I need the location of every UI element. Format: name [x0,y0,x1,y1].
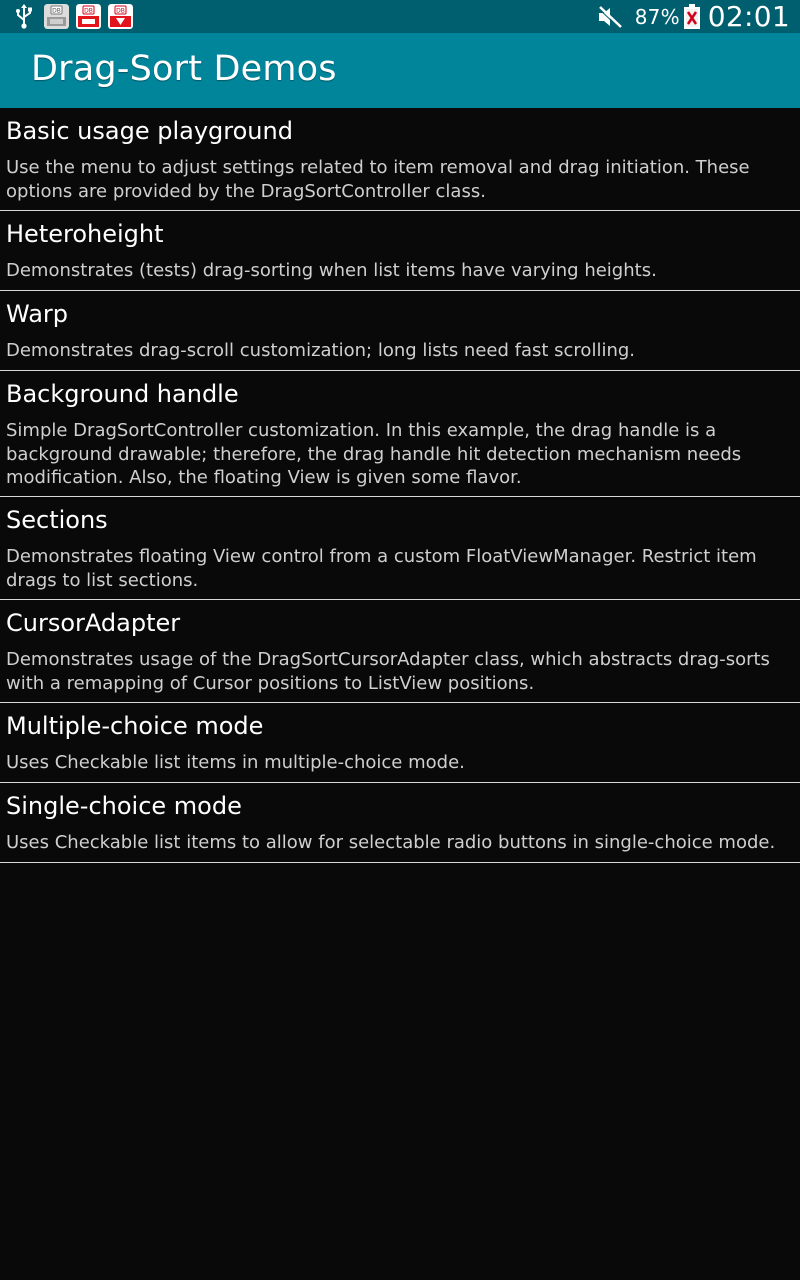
item-description: Uses Checkable list items in multiple-ch… [6,752,465,773]
clock: 02:01 [707,0,790,33]
notification-app-icon: DB [44,4,69,29]
app-title: Drag-Sort Demos [31,49,337,89]
item-description: Demonstrates (tests) drag-sorting when l… [6,260,657,281]
demo-list: Basic usage playground Use the menu to a… [0,108,800,863]
list-item-background-handle[interactable]: Background handle Simple DragSortControl… [0,371,800,497]
item-description: Simple DragSortController customization.… [6,420,742,488]
status-bar: DB DB DB 87% 02:01 [0,0,800,33]
notification-app-icon-red-download: DB [108,4,133,29]
action-bar: Drag-Sort Demos [0,33,800,108]
list-item-basic-usage[interactable]: Basic usage playground Use the menu to a… [0,108,800,211]
usb-icon [14,4,34,29]
item-description: Demonstrates usage of the DragSortCursor… [6,649,770,694]
notification-icons: DB DB DB [14,4,140,29]
item-description: Demonstrates floating View control from … [6,546,757,591]
item-title: Warp [6,300,69,328]
item-title: CursorAdapter [6,609,181,637]
system-indicators: 87% 02:01 [597,0,790,33]
item-title: Multiple-choice mode [6,712,264,740]
battery-icon [683,4,700,29]
svg-text:DB: DB [84,8,93,15]
svg-text:DB: DB [116,8,125,15]
battery-percent: 87% [634,4,680,29]
notification-app-icon-red: DB [76,4,101,29]
item-title: Heteroheight [6,220,164,248]
item-description: Demonstrates drag-scroll customization; … [6,340,635,361]
item-title: Sections [6,506,108,534]
list-item-cursor-adapter[interactable]: CursorAdapter Demonstrates usage of the … [0,600,800,703]
list-item-sections[interactable]: Sections Demonstrates floating View cont… [0,497,800,600]
list-item-single-choice[interactable]: Single-choice mode Uses Checkable list i… [0,783,800,863]
list-item-multiple-choice[interactable]: Multiple-choice mode Uses Checkable list… [0,703,800,783]
list-item-warp[interactable]: Warp Demonstrates drag-scroll customizat… [0,291,800,371]
svg-text:DB: DB [52,8,61,15]
item-description: Uses Checkable list items to allow for s… [6,832,776,853]
list-item-heteroheight[interactable]: Heteroheight Demonstrates (tests) drag-s… [0,211,800,291]
item-title: Background handle [6,380,239,408]
item-title: Basic usage playground [6,117,293,145]
item-title: Single-choice mode [6,792,242,820]
item-description: Use the menu to adjust settings related … [6,157,750,202]
mute-icon [597,5,623,29]
